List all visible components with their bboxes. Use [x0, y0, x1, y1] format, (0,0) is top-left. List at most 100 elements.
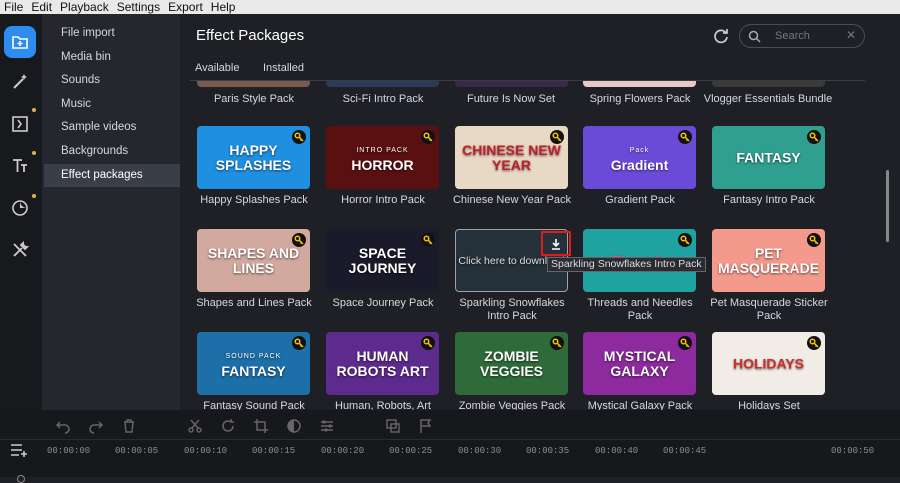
key-icon — [678, 130, 692, 144]
clip-properties-button[interactable] — [319, 418, 335, 434]
pack-art-title: INTRO PACK HORROR — [326, 143, 439, 173]
tab-available[interactable]: Available — [195, 62, 239, 74]
pack-caption: Fantasy Sound Pack — [203, 400, 305, 410]
pack-thumbnail[interactable]: HOLIDAYS — [712, 332, 825, 395]
pack-art-text: HORROR — [351, 156, 414, 173]
ruler-label: 00:00:50 — [831, 446, 875, 456]
ruler-label: 00:00:30 — [458, 446, 502, 456]
key-icon — [807, 233, 821, 247]
pack-caption: Human, Robots, Art — [335, 400, 431, 410]
effects-tool-button[interactable] — [4, 66, 36, 98]
ruler-label: 00:00:10 — [184, 446, 228, 456]
search-icon — [748, 30, 761, 43]
key-icon — [807, 130, 821, 144]
pack-thumbnail-partial[interactable] — [455, 81, 568, 87]
pack-thumbnail[interactable]: SPACE JOURNEY — [326, 229, 439, 292]
pack-art-text: FANTASY — [736, 149, 801, 165]
timeline: 00:00:00 00:00:05 00:00:10 00:00:15 00:0… — [0, 410, 900, 483]
timeline-ruler[interactable]: 00:00:00 00:00:05 00:00:10 00:00:15 00:0… — [42, 440, 900, 462]
pack-caption: Threads and Needles Pack — [587, 297, 693, 322]
crop-button[interactable] — [253, 418, 269, 434]
pack-art-title: FANTASY — [712, 150, 825, 165]
menu-help[interactable]: Help — [207, 0, 240, 14]
overlay-icon — [386, 419, 400, 433]
sidebar-item-music[interactable]: Music — [44, 93, 180, 116]
pack-art-text: SPACE JOURNEY — [348, 244, 417, 276]
titles-icon — [13, 159, 27, 172]
pack-art-subtitle: SOUND PACK — [225, 352, 282, 360]
refresh-icon[interactable] — [712, 27, 730, 45]
menu-playback[interactable]: Playback — [56, 0, 113, 14]
sidebar-item-sounds[interactable]: Sounds — [44, 69, 180, 92]
menu-file[interactable]: File — [0, 0, 27, 14]
transitions-tool-button[interactable] — [4, 108, 36, 140]
sidebar-item-media-bin[interactable]: Media bin — [44, 46, 180, 69]
search-input[interactable] — [775, 28, 845, 44]
import-tool-button[interactable] — [4, 26, 36, 58]
key-icon — [550, 336, 564, 350]
pack-thumbnail-partial[interactable] — [712, 81, 825, 87]
pack-art-subtitle: Pack — [629, 146, 650, 154]
pack-caption: Pet Masquerade Sticker Pack — [710, 297, 828, 322]
pack-thumbnail[interactable]: ZOMBIE VEGGIES — [455, 332, 568, 395]
key-icon — [421, 233, 435, 247]
sidebar-item-file-import[interactable]: File import — [44, 22, 180, 45]
pack-art-title: SPACE JOURNEY — [326, 244, 439, 276]
sidebar-item-backgrounds[interactable]: Backgrounds — [44, 140, 180, 163]
rotate-icon — [222, 419, 234, 432]
playhead-marker[interactable] — [17, 475, 25, 483]
scrollbar-thumb[interactable] — [886, 170, 889, 242]
menu-settings[interactable]: Settings — [113, 0, 164, 14]
ruler-label: 00:00:05 — [115, 446, 159, 456]
clear-search-icon[interactable]: ✕ — [846, 28, 856, 42]
magic-wand-icon — [13, 74, 27, 89]
pack-thumbnail[interactable]: HUMAN ROBOTS ART — [326, 332, 439, 395]
color-adjust-icon — [287, 419, 301, 433]
key-icon — [292, 130, 306, 144]
pack-art-title: MYSTICAL GALAXY — [583, 348, 696, 379]
pack-art-title: SOUND PACK FANTASY — [197, 349, 310, 379]
pack-caption: Horror Intro Pack — [341, 194, 425, 206]
packs-grid: Paris Style Pack Sci-Fi Intro Pack Futur… — [180, 81, 882, 410]
menu-export[interactable]: Export — [164, 0, 207, 14]
pack-thumbnail-partial[interactable] — [197, 81, 310, 87]
pack-caption: Chinese New Year Pack — [452, 194, 571, 206]
pack-thumbnail[interactable]: HAPPY SPLASHES — [197, 126, 310, 189]
rotate-button[interactable] — [220, 418, 236, 434]
undo-button[interactable] — [55, 418, 71, 434]
redo-icon — [89, 421, 104, 434]
pack-art-title: HOLIDAYS — [712, 356, 825, 371]
pack-art-text: SHAPES AND LINES — [207, 244, 300, 276]
delete-button[interactable] — [121, 418, 137, 434]
download-icon[interactable] — [549, 237, 563, 251]
tab-installed[interactable]: Installed — [263, 62, 304, 74]
import-icon — [12, 36, 28, 49]
pack-caption: Happy Splashes Pack — [200, 194, 308, 206]
overlay-button[interactable] — [385, 418, 401, 434]
sidebar-item-sample-videos[interactable]: Sample videos — [44, 116, 180, 139]
pack-thumbnail[interactable]: FANTASY — [712, 126, 825, 189]
menu-edit[interactable]: Edit — [27, 0, 56, 14]
pack-thumbnail[interactable]: Pack Gradient — [583, 126, 696, 189]
redo-button[interactable] — [88, 418, 104, 434]
pack-thumbnail[interactable]: PET MASQUERADE — [712, 229, 825, 292]
pack-thumbnail-partial[interactable] — [583, 81, 696, 87]
add-track-icon[interactable] — [10, 442, 28, 458]
pack-art-title: HAPPY SPLASHES — [197, 142, 310, 173]
marker-button[interactable] — [418, 418, 434, 434]
pack-art-text: Gradient — [610, 156, 669, 173]
sidebar-item-effect-packages[interactable]: Effect packages — [44, 164, 180, 187]
color-adjust-button[interactable] — [286, 418, 302, 434]
pack-thumbnail[interactable]: MYSTICAL GALAXY — [583, 332, 696, 395]
pack-caption: Sci-Fi Intro Pack — [342, 93, 424, 105]
more-tools-button[interactable] — [4, 234, 36, 266]
scrollbar[interactable] — [882, 81, 892, 410]
titles-tool-button[interactable] — [4, 150, 36, 182]
pack-thumbnail-partial[interactable] — [326, 81, 439, 87]
pack-thumbnail[interactable]: INTRO PACK HORROR — [326, 126, 439, 189]
flag-icon — [420, 419, 432, 433]
pack-thumbnail[interactable]: SOUND PACK FANTASY — [197, 332, 310, 395]
pack-thumbnail[interactable]: CHINESE NEW YEAR — [455, 126, 568, 189]
pack-thumbnail[interactable]: SHAPES AND LINES — [197, 229, 310, 292]
cut-button[interactable] — [187, 418, 203, 434]
